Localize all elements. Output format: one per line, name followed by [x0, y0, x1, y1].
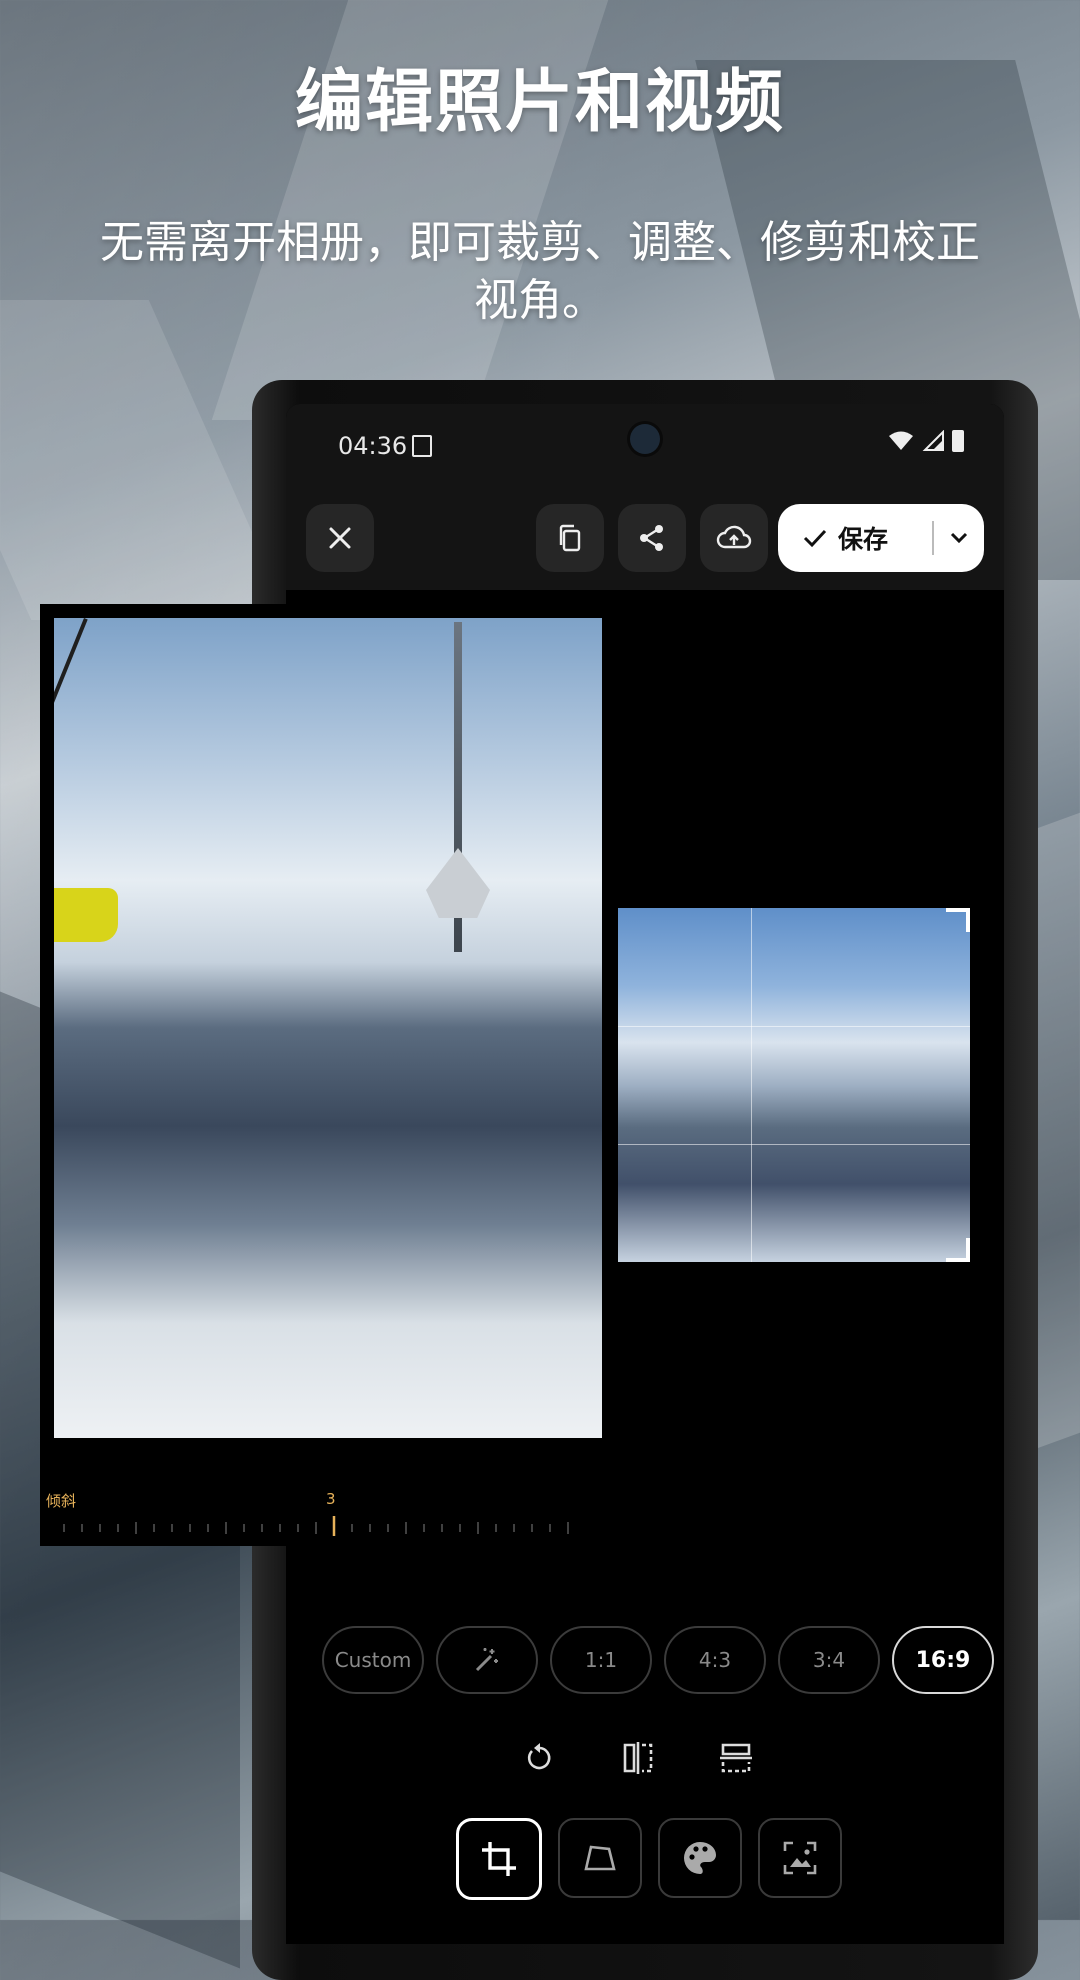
perspective-icon	[584, 1845, 616, 1871]
upload-button[interactable]	[700, 504, 768, 572]
tab-expand[interactable]	[758, 1818, 842, 1898]
crop-grid-line	[751, 908, 752, 1262]
crop-handle-top-right[interactable]	[946, 908, 970, 932]
chevron-down-icon	[950, 532, 968, 544]
status-icons	[888, 430, 964, 452]
ratio-4-3[interactable]: 4:3	[664, 1626, 766, 1694]
share-button[interactable]	[618, 504, 686, 572]
close-button[interactable]	[306, 504, 374, 572]
flip-horizontal-button[interactable]	[614, 1734, 662, 1782]
ratio-custom[interactable]: Custom	[322, 1626, 424, 1694]
save-main[interactable]: 保存	[778, 520, 932, 556]
save-options-button[interactable]	[934, 531, 984, 545]
magic-wand-icon	[475, 1648, 498, 1672]
cloud-upload-icon	[716, 525, 752, 549]
transform-tools	[516, 1734, 760, 1782]
ski-lift-cable	[54, 618, 88, 843]
save-label: 保存	[838, 525, 889, 554]
share-icon	[640, 525, 663, 551]
copy-button[interactable]	[536, 504, 604, 572]
notification-icon	[412, 435, 432, 457]
tab-crop[interactable]	[456, 1818, 542, 1900]
wifi-icon	[889, 431, 913, 450]
close-icon	[329, 527, 351, 549]
battery-icon	[952, 430, 964, 452]
ratio-16-9[interactable]: 16:9	[892, 1626, 994, 1694]
ratio-auto[interactable]	[436, 1626, 538, 1694]
crop-icon	[482, 1842, 516, 1876]
ratio-3-4[interactable]: 3:4	[778, 1626, 880, 1694]
flip-vertical-icon	[720, 1743, 752, 1773]
tab-perspective[interactable]	[558, 1818, 642, 1898]
crop-handle-bottom-right[interactable]	[946, 1238, 970, 1262]
tab-color[interactable]	[658, 1818, 742, 1898]
flip-vertical-button[interactable]	[712, 1734, 760, 1782]
ski-lift-chair	[54, 888, 118, 942]
expand-image-icon	[783, 1841, 817, 1875]
flip-horizontal-icon	[623, 1742, 653, 1774]
copy-icon	[559, 524, 581, 552]
front-camera	[630, 424, 660, 454]
status-time: 04:36	[338, 432, 408, 460]
tilt-label: 倾斜	[46, 1492, 77, 1510]
crop-grid-line	[618, 1026, 970, 1027]
tilt-preview-panel: 倾斜 3	[40, 604, 606, 1546]
save-button[interactable]: 保存	[778, 504, 984, 572]
rotate-button[interactable]	[516, 1734, 564, 1782]
palette-icon	[684, 1842, 716, 1874]
subline: 无需离开相册，即可裁剪、调整、修剪和校正视角。	[100, 217, 980, 326]
transmitter-tower-platform	[426, 848, 490, 918]
signal-icon	[922, 430, 944, 451]
rotate-icon	[527, 1743, 551, 1770]
tilt-slider[interactable]	[54, 1516, 594, 1536]
tilt-value: 3	[326, 1490, 336, 1508]
aspect-ratio-row: Custom 1:1 4:3 3:4 16:9	[322, 1626, 994, 1694]
headline: 编辑照片和视频	[294, 63, 785, 142]
crop-preview[interactable]	[618, 908, 970, 1262]
crop-grid-line	[618, 1144, 970, 1145]
photo-preview	[54, 618, 602, 1438]
editor-toolbar: 保存	[286, 490, 1004, 590]
ratio-1-1[interactable]: 1:1	[550, 1626, 652, 1694]
status-bar: 04:36	[286, 404, 1004, 490]
editor-tabs	[456, 1818, 842, 1900]
check-icon	[803, 529, 827, 548]
